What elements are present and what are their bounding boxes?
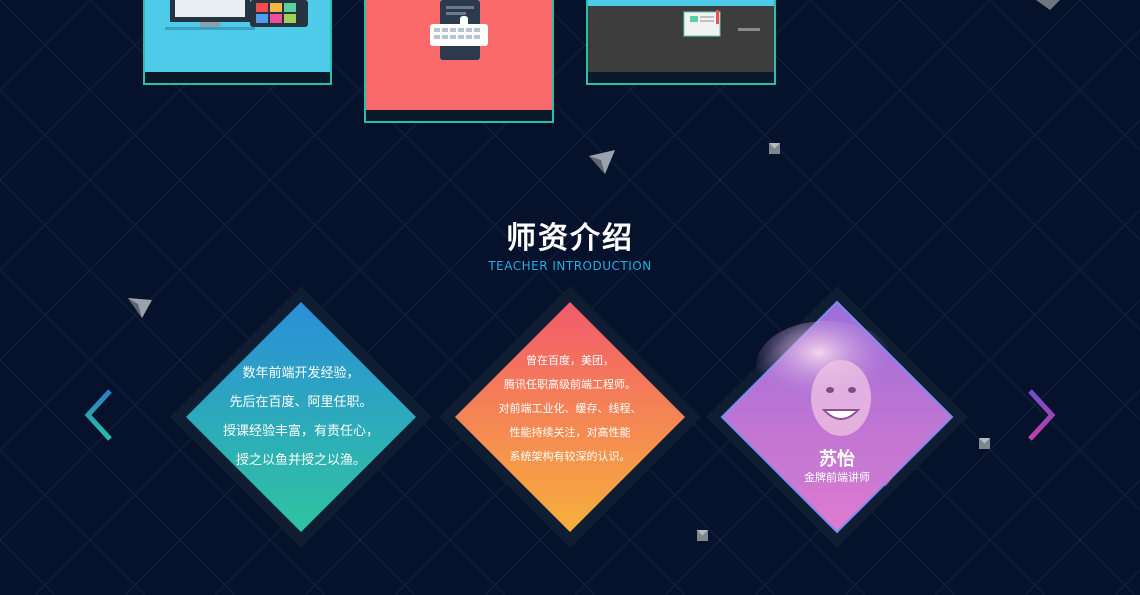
- bio-line: 授之以鱼并授之以渔。: [235, 453, 366, 468]
- diamond-frame: [706, 286, 968, 548]
- card-footer: [588, 72, 774, 83]
- bio-line: 腾讯任职高级前端工程师。: [504, 378, 636, 391]
- section-subtitle: TEACHER INTRODUCTION: [488, 259, 652, 273]
- bio-line: 授课经验丰富，有责任心，: [222, 424, 379, 439]
- chevron-left-icon[interactable]: [80, 385, 120, 445]
- teacher-card-3[interactable]: 苏怡 金牌前端讲师: [706, 286, 968, 548]
- bio-line: 系统架构有较深的认识。: [509, 450, 631, 463]
- cube-icon: [769, 143, 780, 154]
- chevron-right-icon[interactable]: [1020, 385, 1060, 445]
- bio-line: 数年前端开发经验，: [242, 366, 360, 381]
- bio-line: 先后在百度、阿里任职。: [229, 395, 373, 410]
- teacher-card-2[interactable]: 曾在百度，美团， 腾讯任职高级前端工程师。 对前端工业化、缓存、线程、 性能持续…: [439, 286, 701, 548]
- teacher-role: 金牌前端讲师: [804, 471, 870, 484]
- paper-plane-icon: [589, 150, 615, 174]
- teacher-bio: 曾在百度，美团， 腾讯任职高级前端工程师。 对前端工业化、缓存、线程、 性能持续…: [439, 278, 701, 540]
- teacher-bio: 数年前端开发经验， 先后在百度、阿里任职。 授课经验丰富，有责任心， 授之以鱼并…: [170, 286, 432, 548]
- bio-line: 性能持续关注，对高性能: [509, 426, 631, 439]
- keyboard-phone-illustration: [366, 0, 552, 110]
- teacher-name: 苏怡: [819, 449, 855, 470]
- paper-plane-icon: [128, 298, 152, 318]
- workspace-illustration: [588, 0, 774, 72]
- bio-line: 曾在百度，美团，: [526, 354, 614, 367]
- bio-line: 对前端工业化、缓存、线程、: [498, 402, 642, 415]
- section-title: 师资介绍: [506, 221, 634, 256]
- course-card-3[interactable]: [586, 0, 776, 85]
- card-footer: [145, 72, 330, 83]
- course-card-1[interactable]: [143, 0, 332, 85]
- cube-icon: [979, 438, 990, 449]
- course-card-2[interactable]: [364, 0, 554, 123]
- desktop-illustration: [145, 0, 330, 72]
- triangle-shard-icon: [1036, 0, 1060, 10]
- teacher-card-1[interactable]: 数年前端开发经验， 先后在百度、阿里任职。 授课经验丰富，有责任心， 授之以鱼并…: [170, 286, 432, 548]
- card-footer: [366, 110, 552, 121]
